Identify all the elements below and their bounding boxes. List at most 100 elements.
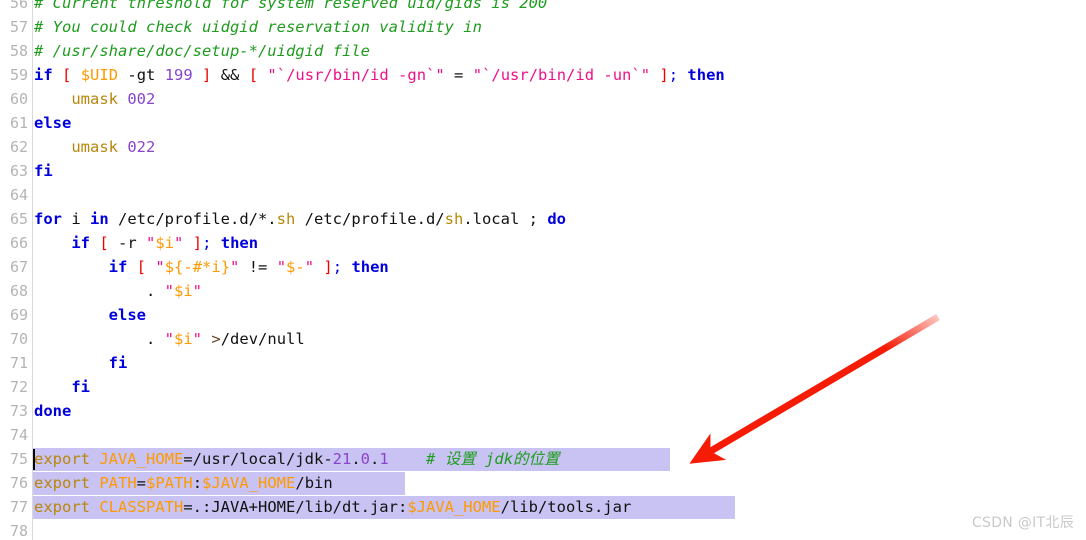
line-text[interactable]: if [ -r "$i" ]; then — [34, 231, 258, 255]
line-text[interactable]: done — [34, 399, 71, 423]
code-token-plain: =.:JAVA+HOME/lib/dt.jar: — [183, 498, 408, 516]
code-token-bracket: ] — [323, 258, 333, 276]
code-line[interactable]: 69 else — [0, 303, 1086, 327]
line-text[interactable]: if [ "${-#*i}" != "$-" ]; then — [34, 255, 389, 279]
code-line[interactable]: 75 export JAVA_HOME=/usr/local/jdk-21.0.1… — [0, 447, 1086, 471]
line-text[interactable]: fi — [34, 159, 53, 183]
code-line[interactable]: 59 if [ $UID -gt 199 ] && [ "`/usr/bin/id… — [0, 63, 1086, 87]
code-token-bracket: [ — [136, 258, 147, 276]
code-line[interactable]: 66 if [ -r "$i" ]; then — [0, 231, 1086, 255]
code-token-comment: # You could check uidgid reservation val… — [34, 18, 482, 36]
code-token-var: $JAVA_HOME — [202, 474, 296, 492]
code-token-num: 022 — [127, 138, 156, 156]
code-line[interactable]: 70 . "$i" >/dev/null — [0, 327, 1086, 351]
code-line[interactable]: 65 for i in /etc/profile.d/*.sh /etc/prof… — [0, 207, 1086, 231]
code-line[interactable]: 67 if [ "${-#*i}" != "$-" ]; then — [0, 255, 1086, 279]
line-text[interactable]: fi — [34, 375, 90, 399]
code-token-str: " — [146, 234, 156, 252]
code-token-kw: done — [34, 402, 72, 420]
code-token-var: $UID — [80, 66, 119, 84]
code-token-str: "`/usr/bin/id -un`" — [472, 66, 651, 84]
code-line[interactable]: 64 — [0, 183, 1086, 207]
code-token-str: " — [164, 282, 174, 300]
code-token-plain: . — [34, 330, 165, 348]
code-line[interactable]: 56 # Current threshold for system reserve… — [0, 0, 1086, 15]
code-line[interactable]: 57 # You could check uidgid reservation v… — [0, 15, 1086, 39]
line-number: 67 — [9, 258, 28, 276]
code-line[interactable]: 74 — [0, 423, 1086, 447]
line-number: 68 — [9, 282, 28, 300]
gutter-divider — [32, 111, 33, 135]
code-token-kw: if — [34, 66, 53, 84]
code-lines-container[interactable]: 56 # Current threshold for system reserve… — [0, 0, 1086, 540]
line-text[interactable]: # Current threshold for system reserved … — [34, 0, 547, 15]
code-line[interactable]: 72 fi — [0, 375, 1086, 399]
gutter-divider — [32, 399, 33, 423]
line-text[interactable]: export PATH=$PATH:$JAVA_HOME/bin — [34, 471, 333, 495]
line-text[interactable]: fi — [34, 351, 128, 375]
code-line[interactable]: 68 . "$i" — [0, 279, 1086, 303]
code-editor[interactable]: 56 # Current threshold for system reserve… — [0, 0, 1086, 540]
code-line[interactable]: 58 # /usr/share/doc/setup-*/uidgid file — [0, 39, 1086, 63]
code-token-str: " — [304, 258, 315, 276]
code-token-bracket: ] — [192, 234, 203, 252]
code-line[interactable]: 60 umask 002 — [0, 87, 1086, 111]
line-text[interactable]: umask 002 — [34, 87, 155, 111]
line-text[interactable]: for i in /etc/profile.d/*.sh /etc/profil… — [34, 207, 566, 231]
code-token-plain: . — [351, 450, 361, 468]
gutter-divider — [32, 519, 33, 540]
line-text[interactable]: . "$i" >/dev/null — [34, 327, 305, 351]
line-text[interactable]: export JAVA_HOME=/usr/local/jdk-21.0.1 #… — [34, 447, 560, 471]
code-line[interactable]: 63 fi — [0, 159, 1086, 183]
code-line[interactable]: 62 umask 022 — [0, 135, 1086, 159]
code-token-str: " — [276, 258, 287, 276]
code-token-str: " — [155, 258, 165, 276]
code-token-plain: = — [444, 66, 473, 84]
code-token-plain: : — [192, 474, 203, 492]
code-token-comment: # Current threshold for system reserved … — [34, 0, 548, 12]
code-line[interactable]: 73 done — [0, 399, 1086, 423]
code-token-num: 1 — [379, 450, 389, 468]
line-text[interactable]: . "$i" — [34, 279, 202, 303]
code-token-comment: # /usr/share/doc/setup-*/uidgid file — [34, 42, 370, 60]
code-token-comment: # 设置 jdk的位置 — [426, 450, 560, 468]
code-token-kw: fi — [71, 378, 90, 396]
code-token-kw: else — [34, 114, 72, 132]
code-token-var: $i — [174, 330, 193, 348]
code-token-str: "`/usr/bin/id -gn`" — [267, 66, 445, 84]
line-text[interactable]: # You could check uidgid reservation val… — [34, 15, 482, 39]
line-number: 63 — [9, 162, 28, 180]
code-token-bracket: [ — [248, 66, 259, 84]
line-text[interactable]: export CLASSPATH=.:JAVA+HOME/lib/dt.jar:… — [34, 495, 631, 519]
code-line[interactable]: 77 export CLASSPATH=.:JAVA+HOME/lib/dt.ja… — [0, 495, 1086, 519]
code-token-kw: in — [90, 210, 109, 228]
line-number: 78 — [9, 522, 28, 540]
code-token-plain: /lib/tools.jar — [500, 498, 632, 516]
code-token-num: 199 — [164, 66, 193, 84]
code-line[interactable]: 78 — [0, 519, 1086, 540]
line-number: 76 — [9, 474, 28, 492]
code-line[interactable]: 76 export PATH=$PATH:$JAVA_HOME/bin — [0, 471, 1086, 495]
code-token-var: $i — [155, 234, 175, 252]
gutter-divider — [32, 303, 33, 327]
line-number: 72 — [9, 378, 28, 396]
line-text[interactable]: else — [34, 111, 71, 135]
gutter-divider — [32, 255, 33, 279]
line-number: 66 — [9, 234, 28, 252]
code-token-plain: = — [136, 474, 147, 492]
line-text[interactable]: # /usr/share/doc/setup-*/uidgid file — [34, 39, 370, 63]
code-line[interactable]: 61 else — [0, 111, 1086, 135]
line-text[interactable]: else — [34, 303, 146, 327]
line-text[interactable]: if [ $UID -gt 199 ] && [ "`/usr/bin/id -… — [34, 63, 725, 87]
line-text[interactable]: umask 022 — [34, 135, 155, 159]
code-line[interactable]: 71 fi — [0, 351, 1086, 375]
gutter-divider — [32, 351, 33, 375]
code-token-kw: then — [220, 234, 259, 252]
code-token-str: " — [174, 234, 184, 252]
gutter-divider — [32, 495, 33, 519]
